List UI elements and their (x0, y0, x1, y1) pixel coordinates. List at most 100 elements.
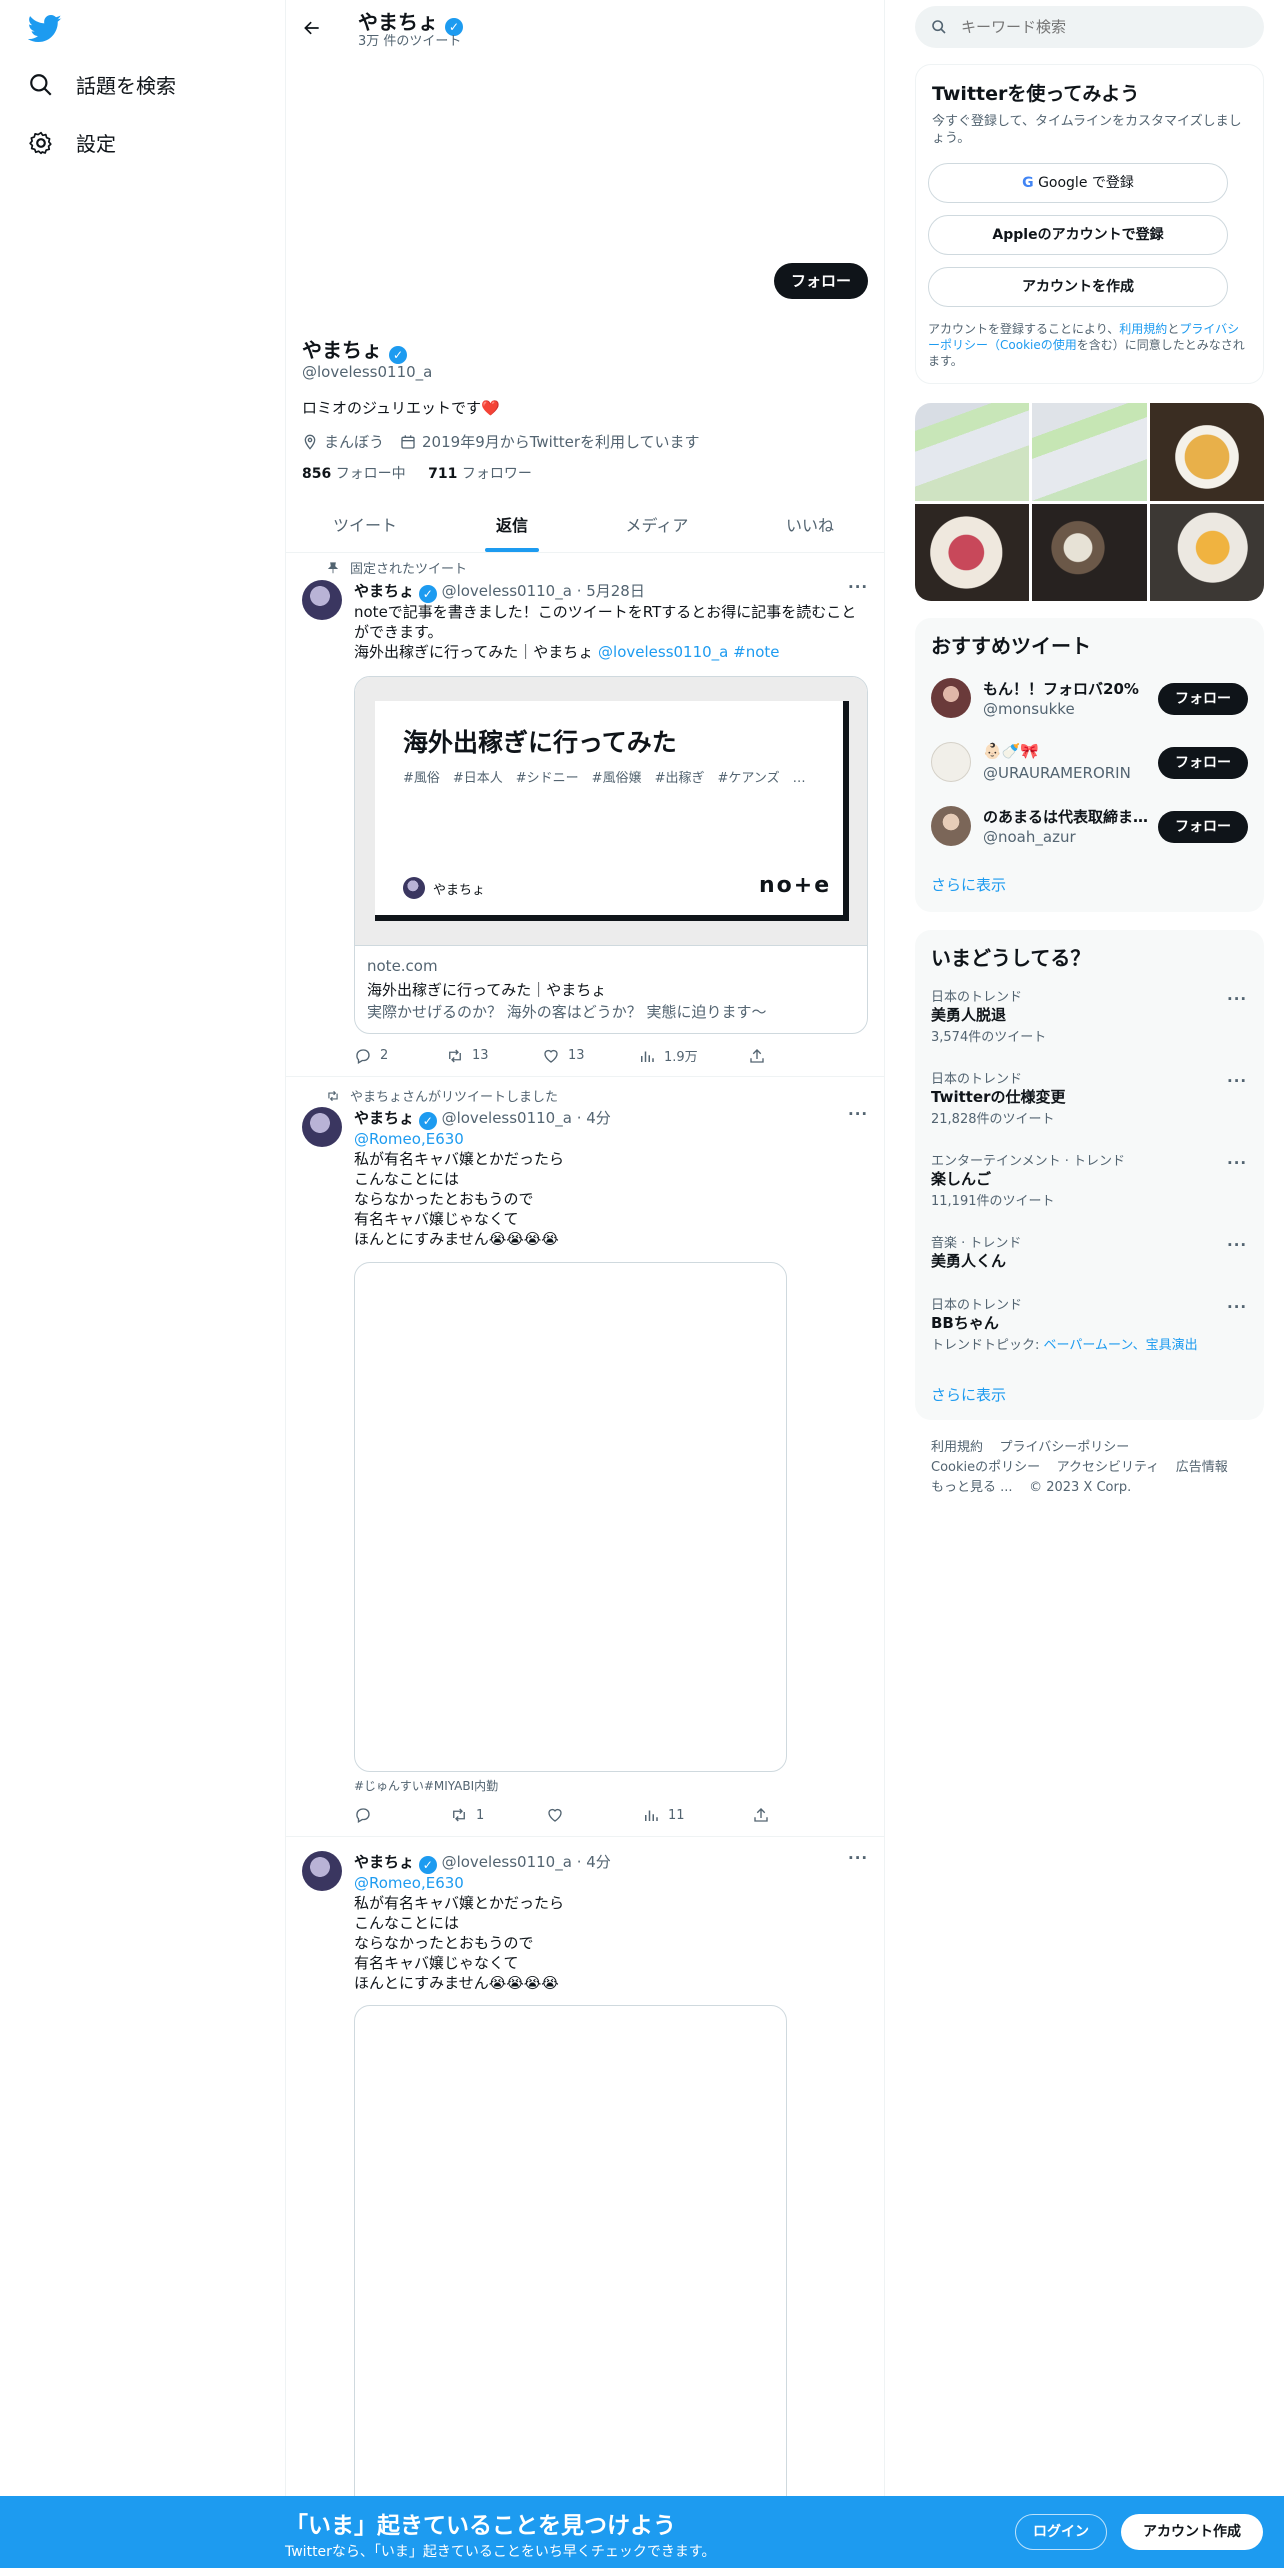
footer-privacy-link[interactable]: プライバシーポリシー (1000, 1440, 1130, 1455)
back-arrow-icon[interactable] (302, 18, 322, 38)
share-button[interactable] (748, 1047, 766, 1065)
media-thumbnail[interactable] (915, 403, 1030, 501)
tweet-handle-time[interactable]: @loveless0110_a · 4分 (442, 1853, 611, 1871)
apple-signup-button[interactable]: Appleのアカウントで登録 (928, 215, 1228, 255)
terms-link[interactable]: 利用規約 (1119, 322, 1167, 336)
share-button[interactable] (752, 1806, 770, 1824)
user-name[interactable]: のあまるは代表取締ま… (983, 806, 1148, 827)
tab-media[interactable]: メディア (582, 500, 732, 552)
tweet-handle-time[interactable]: @loveless0110_a · 4分 (442, 1109, 611, 1127)
reply-button[interactable] (354, 1806, 450, 1824)
trend-name: 楽しんご (931, 1170, 992, 1188)
nav-explore[interactable]: 話題を検索 (28, 70, 176, 99)
footer-more-link[interactable]: もっと見る ... (931, 1480, 1013, 1495)
user-handle[interactable]: @URAURAMERORIN (983, 764, 1131, 782)
trend-item[interactable]: 日本のトレンド Twitterの仕様変更 21,828件のツイート ··· (915, 1068, 1264, 1140)
user-handle[interactable]: @monsukke (983, 700, 1075, 718)
signup-button[interactable]: アカウント作成 (1121, 2514, 1263, 2550)
analytics-icon (645, 1810, 658, 1821)
trend-topic-links[interactable]: ベーパームーン、宝具演出 (1044, 1338, 1198, 1353)
media-thumbnail[interactable] (1149, 503, 1264, 601)
retweet-count: 1 (476, 1807, 485, 1823)
more-options-icon[interactable]: ··· (848, 1849, 868, 1867)
tweet-line: こんなことには (354, 1170, 460, 1188)
reply-to-mention[interactable]: @Romeo,E630 (354, 1873, 464, 1893)
footer-ads-link[interactable]: 広告情報 (1176, 1460, 1228, 1475)
media-thumbnail[interactable] (1149, 403, 1264, 501)
retweet-button[interactable]: 13 (446, 1047, 542, 1065)
signup-legal: アカウントを登録することにより、利用規約とプライバシーポリシー（Cookieの使… (928, 321, 1248, 369)
avatar[interactable] (931, 806, 971, 846)
follow-button[interactable]: フォロー (774, 263, 868, 299)
mention-link[interactable]: @loveless0110_a (598, 643, 728, 661)
like-button[interactable]: 13 (542, 1047, 638, 1065)
media-thumbnail[interactable] (1032, 403, 1147, 501)
avatar[interactable] (302, 580, 342, 620)
show-more-link[interactable]: さらに表示 (931, 1384, 1006, 1405)
tweet-actions: 2 13 13 1.9万 (354, 1046, 784, 1065)
create-account-button[interactable]: アカウントを作成 (928, 267, 1228, 307)
retweet-button[interactable]: 1 (450, 1806, 546, 1824)
search-box[interactable] (915, 6, 1264, 48)
footer-cookies-link[interactable]: Cookieのポリシー (931, 1460, 1040, 1475)
bottom-bar-subtitle: Twitterなら、「いま」起きていることをいち早くチェックできます。 (285, 2544, 716, 2560)
views-button[interactable]: 1.9万 (638, 1046, 748, 1065)
avatar[interactable] (302, 1851, 342, 1891)
tweet-media[interactable] (354, 1262, 787, 1772)
more-options-icon[interactable]: ··· (1227, 990, 1247, 1008)
login-button[interactable]: ログイン (1015, 2514, 1107, 2550)
tweet-line: 私が有名キャバ嬢とかだったら (354, 1150, 565, 1168)
retweet-icon (453, 1808, 465, 1822)
user-handle[interactable]: @noah_azur (983, 828, 1076, 846)
tab-replies[interactable]: 返信 (437, 500, 587, 552)
tweet-author-name[interactable]: やまちょ (354, 1853, 414, 1871)
media-thumbnail[interactable] (1032, 503, 1147, 601)
following-link[interactable]: 856 フォロー中 (302, 466, 406, 482)
trend-item[interactable]: 日本のトレンド 美勇人脱退 3,574件のツイート ··· (915, 986, 1264, 1058)
trend-item[interactable]: 日本のトレンド BBちゃん トレンドトピック: ベーパームーン、宝具演出 ··· (915, 1294, 1264, 1366)
tab-likes[interactable]: いいね (735, 500, 885, 552)
legal-text: と (1167, 322, 1180, 336)
avatar[interactable] (931, 678, 971, 718)
google-signup-button[interactable]: G Google で登録 (928, 163, 1228, 203)
more-options-icon[interactable]: ··· (1227, 1072, 1247, 1090)
more-options-icon[interactable]: ··· (1227, 1154, 1247, 1172)
trend-item[interactable]: 音楽 · トレンド 美勇人くん ··· (915, 1232, 1264, 1282)
followers-link[interactable]: 711 フォロワー (428, 466, 532, 482)
more-options-icon[interactable]: ··· (1227, 1236, 1247, 1254)
show-more-link[interactable]: さらに表示 (931, 874, 1006, 895)
tweet-handle-time[interactable]: @loveless0110_a · 5月28日 (442, 582, 645, 600)
user-name[interactable]: もん！！フォロバ20% (983, 678, 1143, 699)
search-input[interactable] (961, 18, 1221, 36)
reply-button[interactable]: 2 (354, 1047, 446, 1065)
trend-item[interactable]: エンターテインメント · トレンド 楽しんご 11,191件のツイート ··· (915, 1150, 1264, 1222)
views-button[interactable]: 11 (642, 1806, 752, 1824)
reply-to-mention[interactable]: @Romeo,E630 (354, 1129, 464, 1149)
like-button[interactable] (546, 1806, 642, 1824)
avatar[interactable] (931, 742, 971, 782)
tab-tweets[interactable]: ツイート (290, 500, 440, 552)
retweet-label-text[interactable]: やまちょさんがリツイートしました (350, 1086, 558, 1105)
media-thumbnail[interactable] (915, 503, 1030, 601)
footer-terms-link[interactable]: 利用規約 (931, 1440, 983, 1455)
avatar[interactable] (302, 1107, 342, 1147)
more-options-icon[interactable]: ··· (848, 1105, 868, 1123)
nav-settings[interactable]: 設定 (28, 128, 116, 157)
gear-icon (29, 131, 52, 154)
link-card[interactable]: 海外出稼ぎに行ってみた #風俗 #日本人 #シドニー #風俗嬢 #出稼ぎ #ケア… (354, 676, 868, 1034)
follow-user-button[interactable]: フォロー (1158, 811, 1248, 843)
twitter-logo-icon[interactable] (28, 14, 62, 44)
tweet-author-name[interactable]: やまちょ (354, 1109, 414, 1127)
tweet-hashtags[interactable]: #じゅんすい#MIYABI内勤 (354, 1777, 498, 1794)
tweet-author-name[interactable]: やまちょ (354, 582, 414, 600)
more-options-icon[interactable]: ··· (1227, 1298, 1247, 1316)
trend-count: 3,574件のツイート (931, 1030, 1047, 1045)
hashtag-link[interactable]: #note (733, 643, 779, 661)
follow-user-button[interactable]: フォロー (1158, 747, 1248, 779)
user-name[interactable]: 👶🏻🍼🎀 (983, 742, 1039, 760)
card-author-avatar (403, 877, 425, 899)
tweet-media[interactable] (354, 2005, 787, 2525)
follow-user-button[interactable]: フォロー (1158, 683, 1248, 715)
more-options-icon[interactable]: ··· (848, 578, 868, 596)
footer-accessibility-link[interactable]: アクセシビリティ (1057, 1460, 1160, 1475)
